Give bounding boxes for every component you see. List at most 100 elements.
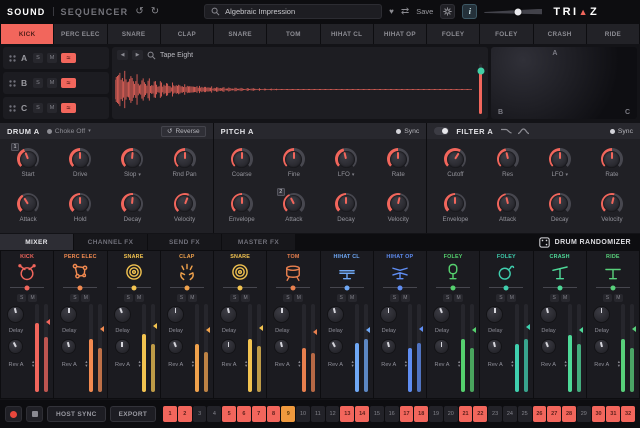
velocity-knob[interactable] [174, 193, 196, 215]
step-8[interactable]: 8 [267, 406, 281, 422]
step-3[interactable]: 3 [193, 406, 207, 422]
prev-sample-button[interactable]: ◀ [117, 50, 128, 60]
channel-solo-button[interactable]: S [177, 294, 186, 302]
layer-row-c[interactable]: CSM≈ [3, 97, 109, 119]
channel-mute-button[interactable]: M [188, 294, 197, 302]
step-32[interactable]: 32 [621, 406, 635, 422]
channel-solo-button[interactable]: S [70, 294, 79, 302]
pad-tab-1-kick[interactable]: KICK [1, 24, 53, 44]
host-sync-button[interactable]: HOST SYNC [47, 406, 106, 422]
fader-handle[interactable] [632, 326, 636, 332]
channel-solo-button[interactable]: S [230, 294, 239, 302]
fader-handle[interactable] [526, 324, 530, 330]
pan-handle[interactable] [291, 285, 296, 290]
delay-send-knob[interactable] [594, 307, 609, 322]
volume-fader[interactable] [311, 304, 315, 392]
reverb-send-knob[interactable] [382, 340, 395, 353]
volume-fader[interactable] [417, 304, 421, 392]
velocity-knob[interactable] [387, 193, 409, 215]
volume-fader[interactable] [524, 304, 528, 392]
layer-sample-button[interactable]: ≈ [61, 78, 76, 88]
start-knob[interactable] [17, 148, 39, 170]
favorite-icon[interactable]: ♥ [389, 8, 394, 16]
step-31[interactable]: 31 [606, 406, 620, 422]
pan-slider[interactable] [543, 283, 577, 292]
chevron-down-icon[interactable]: ▾ [566, 172, 569, 178]
pad-tab-3-snare[interactable]: SNARE [108, 24, 160, 44]
volume-fader[interactable] [364, 304, 368, 392]
step-14[interactable]: 14 [355, 406, 369, 422]
fader-handle[interactable] [419, 326, 423, 332]
pan-slider[interactable] [276, 283, 310, 292]
layer-solo-button[interactable]: S [33, 53, 43, 63]
filter-sync-toggle[interactable]: Sync [610, 128, 633, 135]
pan-handle[interactable] [451, 285, 456, 290]
layer-mute-button[interactable]: M [47, 78, 57, 88]
pan-handle[interactable] [610, 285, 615, 290]
pan-handle[interactable] [25, 285, 30, 290]
step-6[interactable]: 6 [237, 406, 251, 422]
pan-slider[interactable] [223, 283, 257, 292]
pan-handle[interactable] [344, 285, 349, 290]
reverb-send-knob[interactable] [542, 340, 555, 353]
step-15[interactable]: 15 [370, 406, 384, 422]
step-25[interactable]: 25 [518, 406, 532, 422]
step-12[interactable]: 12 [326, 406, 340, 422]
volume-fader[interactable] [151, 304, 155, 392]
pan-handle[interactable] [397, 285, 402, 290]
delay-send-knob[interactable] [8, 307, 23, 322]
reverb-send-knob[interactable] [222, 340, 235, 353]
tab-sequencer[interactable]: SEQUENCER [61, 7, 129, 17]
reverb-send-knob[interactable] [595, 340, 608, 353]
step-11[interactable]: 11 [311, 406, 325, 422]
reverse-button[interactable]: ↺ Reverse [161, 126, 206, 137]
attack-knob[interactable] [17, 193, 39, 215]
attack-knob[interactable] [283, 193, 305, 215]
res-knob[interactable] [497, 148, 519, 170]
fader-handle[interactable] [46, 319, 50, 325]
fader-handle[interactable] [472, 327, 476, 333]
channel-solo-button[interactable]: S [337, 294, 346, 302]
reverb-send-knob[interactable] [62, 340, 75, 353]
layer-sample-button[interactable]: ≈ [61, 53, 76, 63]
delay-send-knob[interactable] [328, 307, 343, 322]
reverb-select-stepper[interactable]: ▴▾ [511, 360, 513, 369]
reverb-send-knob[interactable] [275, 340, 288, 353]
pan-handle[interactable] [184, 285, 189, 290]
pan-slider[interactable] [330, 283, 364, 292]
pan-slider[interactable] [10, 283, 44, 292]
pan-handle[interactable] [131, 285, 136, 290]
decay-knob[interactable] [549, 193, 571, 215]
volume-handle[interactable] [514, 8, 521, 15]
envelope-knob[interactable] [231, 193, 253, 215]
fader-handle[interactable] [259, 325, 263, 331]
reverb-select-stepper[interactable]: ▴▾ [245, 360, 247, 369]
reverb-send-knob[interactable] [169, 340, 182, 353]
next-sample-button[interactable]: ▶ [132, 50, 143, 60]
slop-knob[interactable] [121, 148, 143, 170]
stop-button[interactable] [26, 406, 43, 422]
channel-mute-button[interactable]: M [401, 294, 410, 302]
channel-mute-button[interactable]: M [614, 294, 623, 302]
channel-solo-button[interactable]: S [390, 294, 399, 302]
layer-solo-button[interactable]: S [33, 78, 43, 88]
step-4[interactable]: 4 [207, 406, 221, 422]
layer-mute-button[interactable]: M [47, 103, 57, 113]
pan-handle[interactable] [238, 285, 243, 290]
lowpass-icon[interactable] [500, 127, 513, 135]
channel-mute-button[interactable]: M [241, 294, 250, 302]
pan-slider[interactable] [489, 283, 523, 292]
velocity-knob[interactable] [601, 193, 623, 215]
step-26[interactable]: 26 [533, 406, 547, 422]
step-30[interactable]: 30 [592, 406, 606, 422]
volume-fader[interactable] [630, 304, 634, 392]
settings-button[interactable] [440, 4, 455, 19]
step-18[interactable]: 18 [414, 406, 428, 422]
volume-fader[interactable] [257, 304, 261, 392]
pan-slider[interactable] [63, 283, 97, 292]
channel-mute-button[interactable]: M [135, 294, 144, 302]
volume-fader[interactable] [470, 304, 474, 392]
delay-send-knob[interactable] [221, 307, 236, 322]
layer-solo-button[interactable]: S [33, 103, 43, 113]
undo-icon[interactable]: ↺ [135, 7, 143, 17]
